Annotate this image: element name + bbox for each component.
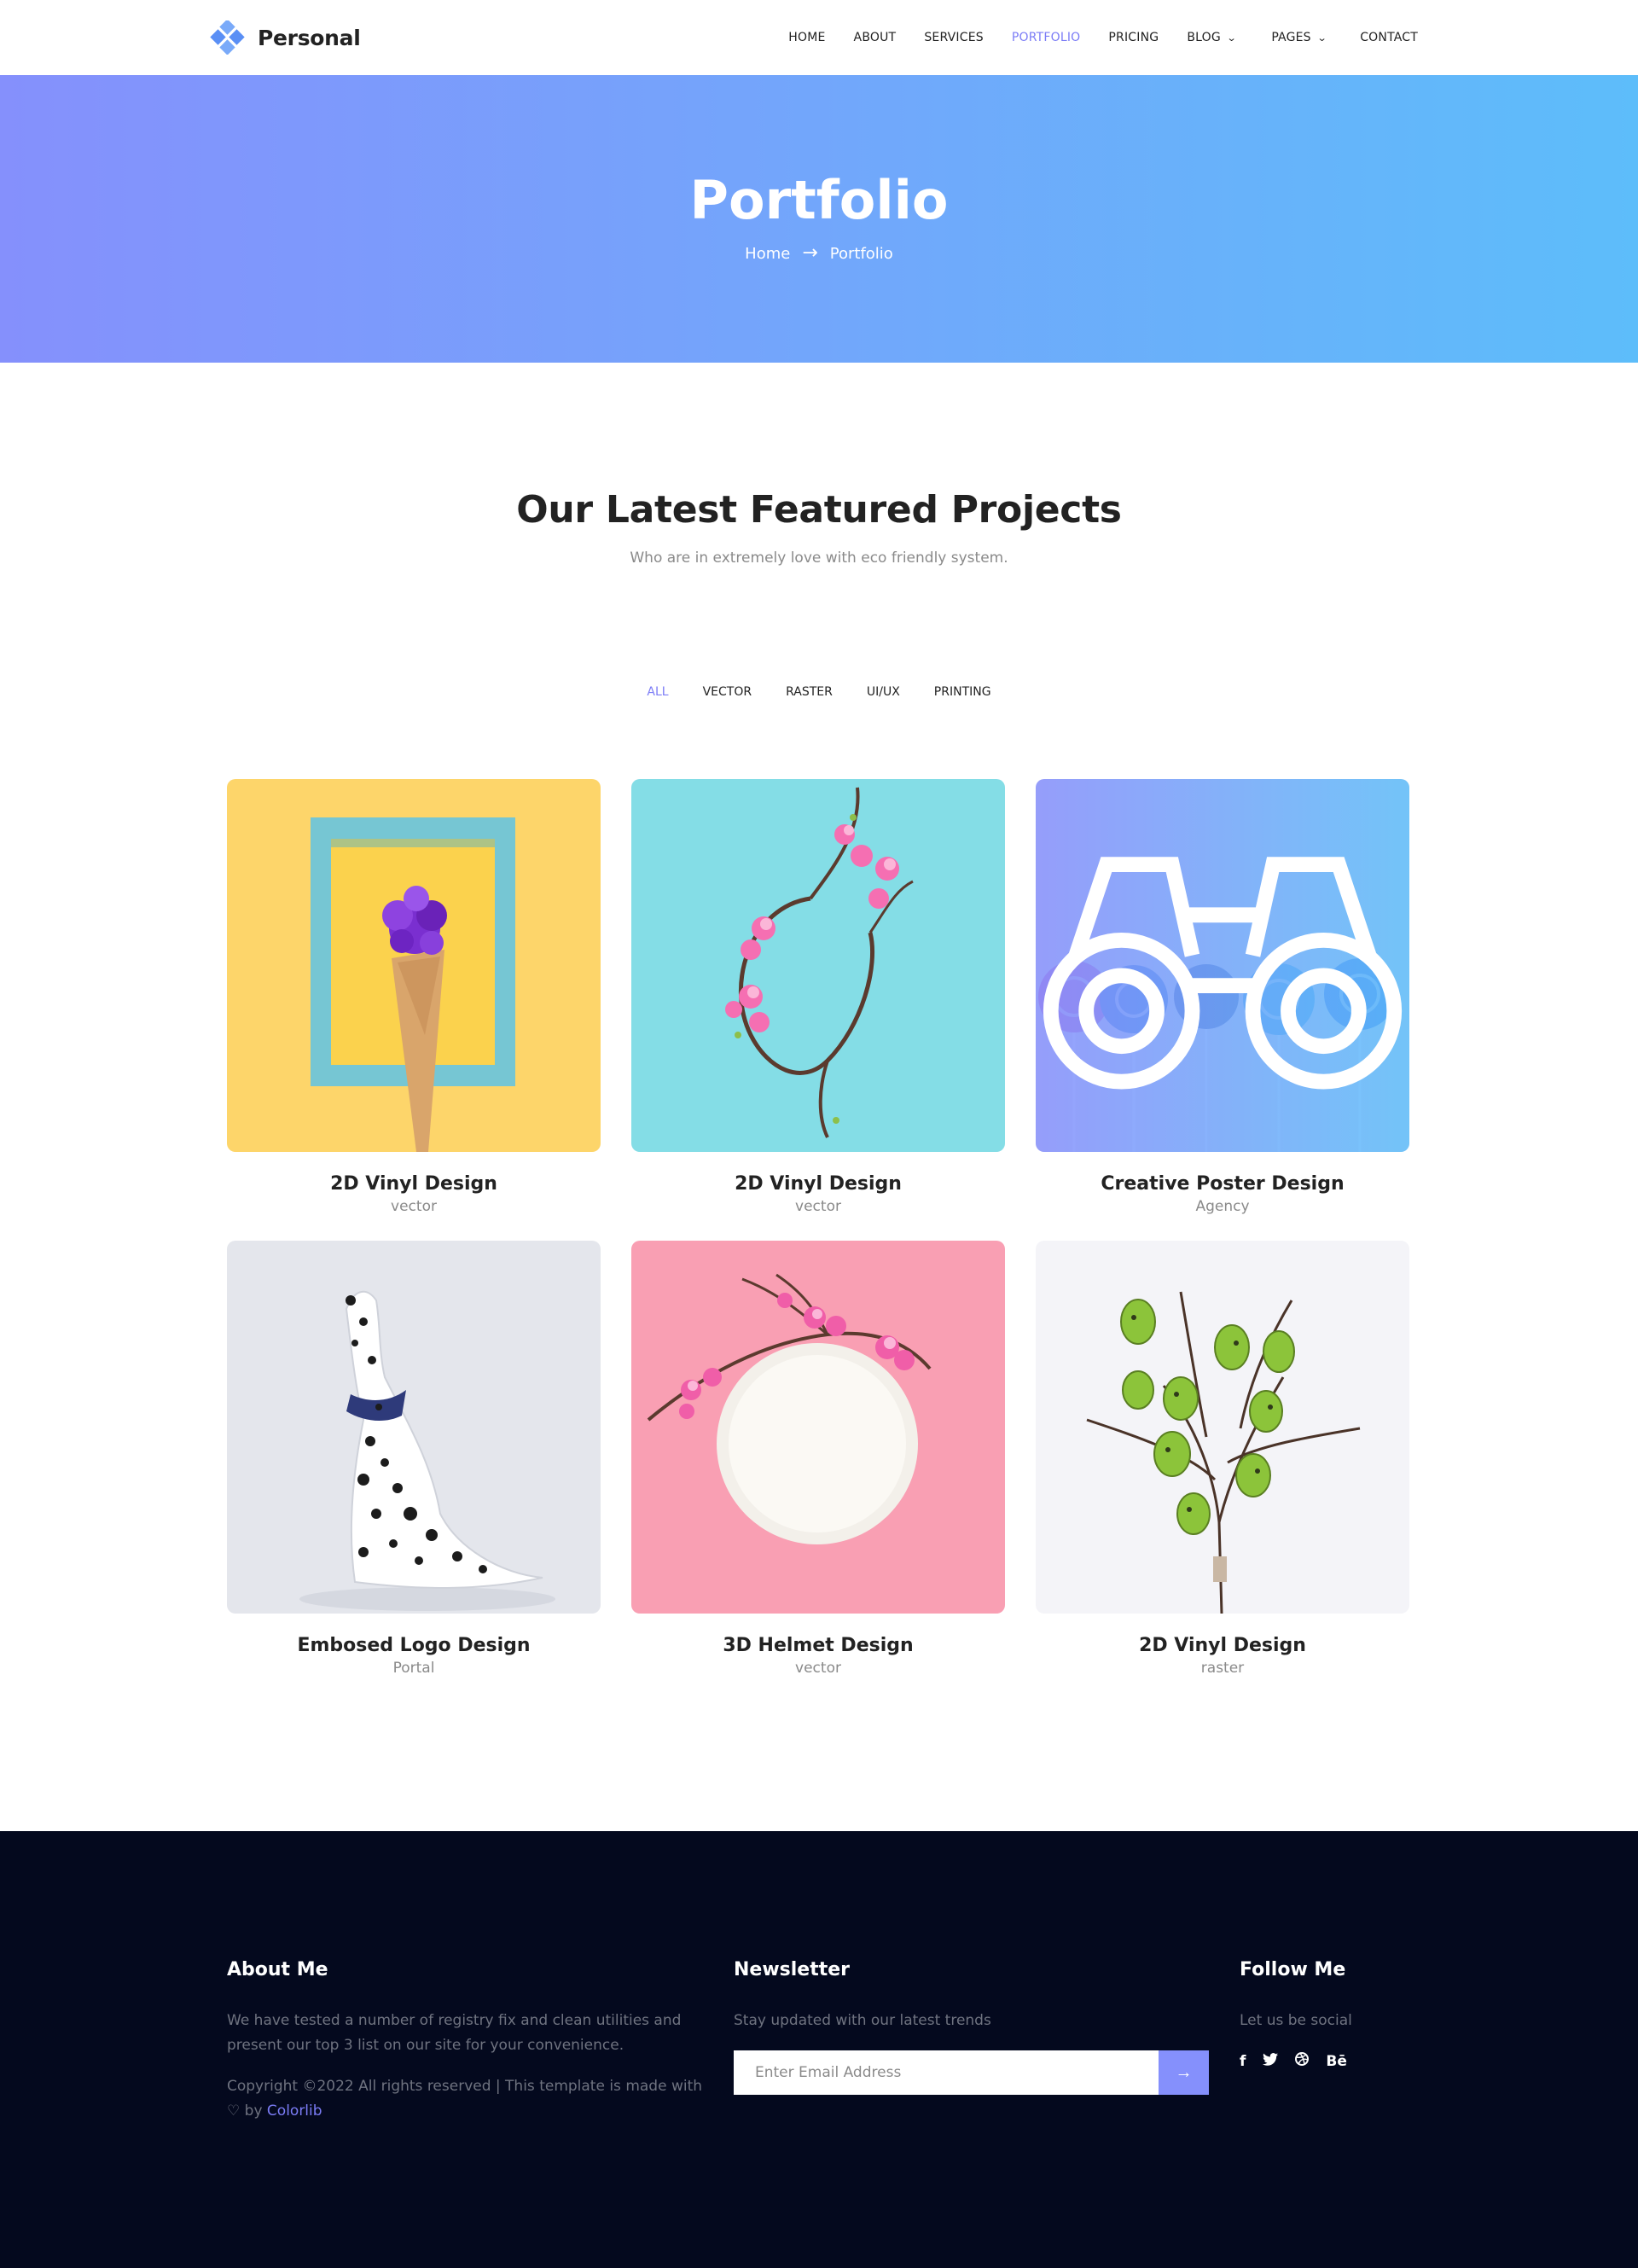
footer-about: About Me We have tested a number of regi… [227, 1959, 705, 2124]
newsletter-form: → [734, 2050, 1209, 2095]
facebook-icon[interactable]: f [1240, 2053, 1246, 2070]
project-category: raster [1200, 1660, 1245, 1677]
project-image[interactable] [1036, 1241, 1409, 1614]
section-subtitle: Who are in extremely love with eco frien… [630, 550, 1008, 567]
project-image[interactable] [227, 779, 601, 1152]
project-card[interactable]: 2D Vinyl Design vector [631, 779, 1005, 1215]
project-category: vector [795, 1660, 841, 1677]
project-image[interactable] [1036, 779, 1409, 1152]
project-image[interactable] [227, 1241, 601, 1614]
chevron-down-icon: ⌄ [1226, 32, 1237, 44]
footer-newsletter-text: Stay updated with our latest trends [734, 2012, 991, 2029]
project-category: Portal [392, 1660, 435, 1677]
nav-home[interactable]: HOME [788, 31, 825, 44]
heart-icon: ♡ [227, 2102, 241, 2120]
footer-newsletter: Newsletter Stay updated with our latest … [734, 1959, 1209, 2095]
eggs-branch-image [1036, 1241, 1409, 1614]
ice-cream-image [227, 779, 601, 1152]
page-title: Portfolio [689, 169, 949, 231]
project-category: vector [391, 1198, 437, 1215]
footer-newsletter-title: Newsletter [734, 1959, 851, 1980]
section-title: Our Latest Featured Projects [516, 488, 1122, 532]
chevron-down-icon: ⌄ [1316, 32, 1327, 44]
filter-uiux[interactable]: UI/UX [867, 685, 900, 699]
footer-follow: Follow Me Let us be social f Bē [1240, 1959, 1427, 2070]
dribbble-icon[interactable] [1295, 2052, 1310, 2070]
nav-pages-label: PAGES [1271, 31, 1311, 44]
hover-overlay[interactable] [1036, 779, 1409, 1152]
project-title[interactable]: 2D Vinyl Design [227, 1173, 601, 1195]
plate-image [631, 1241, 1005, 1614]
project-title[interactable]: 2D Vinyl Design [1036, 1635, 1409, 1656]
nav-portfolio[interactable]: PORTFOLIO [1012, 31, 1081, 44]
nav-portfolio-label: PORTFOLIO [1011, 31, 1081, 44]
flower-wreath-image [631, 779, 1005, 1152]
portfolio-filters: ALL VECTOR RASTER UI/UX PRINTING [0, 685, 1638, 699]
social-links: f Bē [1240, 2052, 1427, 2070]
project-card[interactable]: Embosed Logo Design Portal [227, 1241, 601, 1677]
nav-blog[interactable]: BLOG ⌄ [1187, 31, 1237, 44]
nav-pages[interactable]: PAGES ⌄ [1271, 31, 1327, 44]
footer-follow-text: Let us be social [1240, 2012, 1352, 2029]
project-title[interactable]: 2D Vinyl Design [631, 1173, 1005, 1195]
nav-services[interactable]: SERVICES [924, 31, 984, 44]
page-banner: Portfolio Home → Portfolio [0, 75, 1638, 363]
filter-all[interactable]: ALL [647, 685, 668, 699]
copyright-text: Copyright ©2022 All rights reserved | Th… [227, 2078, 703, 2095]
nav-contact[interactable]: CONTACT [1360, 31, 1418, 44]
project-title[interactable]: 3D Helmet Design [631, 1635, 1005, 1656]
project-card[interactable]: 2D Vinyl Design vector [227, 779, 601, 1215]
nav-contact-label: CONTACT [1360, 31, 1418, 44]
copyright-by: by [244, 2102, 263, 2120]
behance-icon[interactable]: Bē [1326, 2053, 1347, 2070]
breadcrumb-current[interactable]: Portfolio [830, 245, 893, 263]
nav-home-label: HOME [788, 31, 826, 44]
project-image[interactable] [631, 1241, 1005, 1614]
project-title[interactable]: Creative Poster Design [1036, 1173, 1409, 1195]
project-category: Agency [1195, 1198, 1250, 1215]
breadcrumb: Home → Portfolio [0, 244, 1638, 263]
logo-icon [210, 20, 245, 55]
breadcrumb-home[interactable]: Home [745, 245, 790, 263]
nav-about[interactable]: ABOUT [854, 31, 897, 44]
filter-vector[interactable]: VECTOR [703, 685, 752, 699]
filter-raster[interactable]: RASTER [786, 685, 833, 699]
project-image[interactable] [631, 779, 1005, 1152]
subscribe-button[interactable]: → [1159, 2050, 1209, 2095]
dalmatian-image [227, 1241, 601, 1614]
footer-follow-title: Follow Me [1240, 1959, 1346, 1980]
project-card[interactable]: Creative Poster Design Agency [1036, 779, 1409, 1215]
nav-pricing[interactable]: PRICING [1108, 31, 1159, 44]
arrow-right-icon: → [1175, 2062, 1193, 2082]
main-nav: HOME ABOUT SERVICES PORTFOLIO PRICING BL… [760, 0, 1418, 75]
nav-blog-label: BLOG [1187, 31, 1221, 44]
nav-services-label: SERVICES [924, 31, 984, 44]
project-title[interactable]: Embosed Logo Design [227, 1635, 601, 1656]
filter-printing[interactable]: PRINTING [934, 685, 991, 699]
logo[interactable]: Personal [210, 20, 361, 55]
project-card[interactable]: 2D Vinyl Design raster [1036, 1241, 1409, 1677]
colorlib-link[interactable]: Colorlib [267, 2102, 322, 2120]
email-field[interactable] [734, 2050, 1159, 2095]
copyright: Copyright ©2022 All rights reserved | Th… [227, 2074, 705, 2124]
binoculars-icon[interactable] [1036, 779, 1409, 1152]
footer-about-title: About Me [227, 1959, 328, 1980]
arrow-right-icon: → [802, 242, 818, 264]
project-card[interactable]: 3D Helmet Design vector [631, 1241, 1005, 1677]
site-header: Personal HOME ABOUT SERVICES PORTFOLIO P… [0, 0, 1638, 75]
site-footer: About Me We have tested a number of regi… [0, 1831, 1638, 2268]
footer-about-text: We have tested a number of registry fix … [227, 2012, 682, 2054]
brand-name: Personal [258, 25, 361, 50]
twitter-icon[interactable] [1263, 2052, 1279, 2070]
project-category: vector [795, 1198, 841, 1215]
nav-pricing-label: PRICING [1108, 31, 1159, 44]
nav-about-label: ABOUT [853, 31, 897, 44]
